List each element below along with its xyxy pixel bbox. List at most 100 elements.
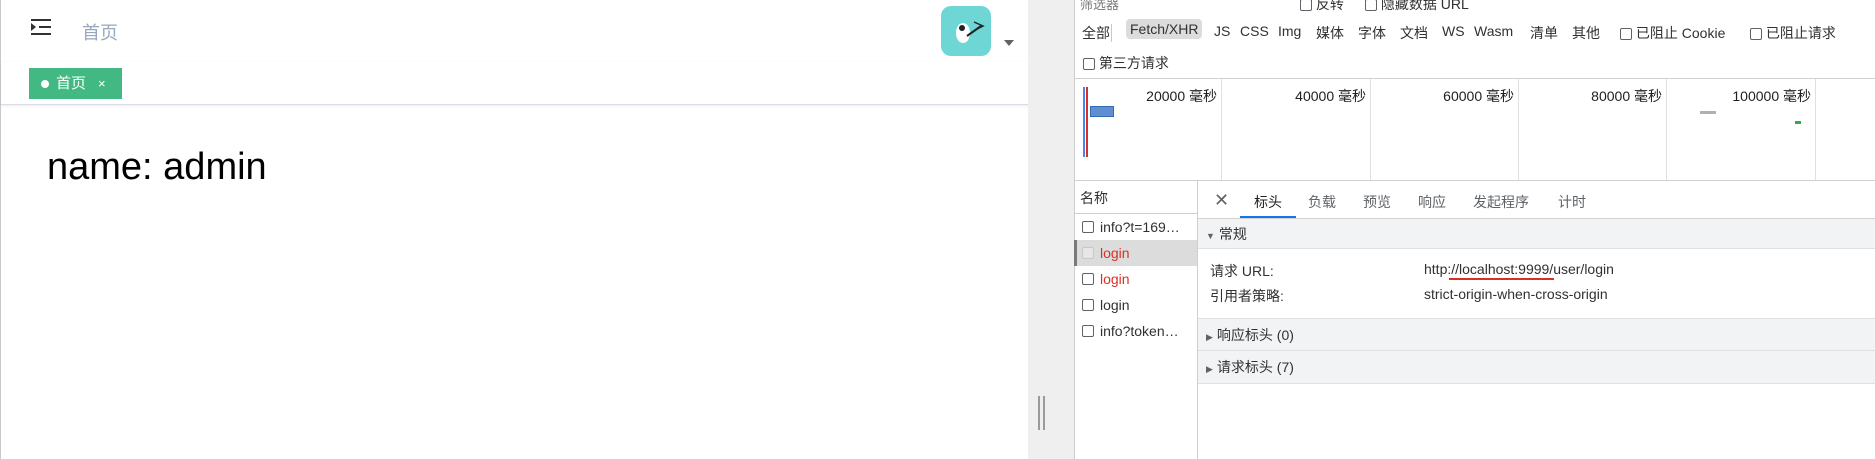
triangle-right-icon: ▶ (1206, 332, 1213, 342)
filter-fetch-xhr[interactable]: Fetch/XHR (1126, 19, 1203, 39)
app-pane: 首页 首页 × name: admin (0, 0, 1029, 459)
timeline-request-bar (1700, 111, 1716, 114)
referrer-policy-label: 引用者策略: (1210, 288, 1284, 304)
filter-wasm[interactable]: Wasm (1474, 23, 1513, 39)
timeline-divider (1370, 79, 1371, 180)
timeline-tick: 100000 毫秒 (1732, 88, 1811, 104)
checkbox-icon (1083, 58, 1095, 71)
tag-close-icon[interactable]: × (98, 68, 106, 99)
request-name: login (1100, 297, 1130, 313)
blocked-cookie-checkbox[interactable]: 已阻止 Cookie (1620, 23, 1725, 43)
timeline-divider (1221, 79, 1222, 180)
request-details: ✕ 标头 负载 预览 响应 发起程序 计时 ▼ 常规 请求 URL: http:/… (1198, 181, 1875, 459)
checkbox-icon (1750, 28, 1762, 41)
close-icon[interactable]: ✕ (1214, 191, 1229, 209)
user-avatar[interactable] (941, 6, 991, 56)
response-headers-section[interactable]: ▶ 响应标头 (0) (1198, 318, 1875, 351)
timeline-divider (1518, 79, 1519, 180)
tag-home[interactable]: 首页 × (29, 68, 122, 99)
filter-all[interactable]: 全部 (1082, 23, 1110, 43)
tags-view-bar (1, 62, 1029, 105)
timeline-divider (1666, 79, 1667, 180)
timeline-divider (1815, 79, 1816, 180)
timeline-overview[interactable]: 20000 毫秒 40000 毫秒 60000 毫秒 80000 毫秒 1000… (1074, 78, 1875, 181)
checkbox-icon (1300, 0, 1312, 12)
tag-label: 首页 (56, 75, 87, 92)
request-row-selected[interactable]: login (1074, 240, 1197, 266)
dashboard-name-text: name: admin (47, 146, 267, 188)
triangle-right-icon: ▶ (1206, 364, 1213, 374)
checkbox-icon (1082, 273, 1094, 286)
request-name: login (1100, 271, 1130, 287)
checkbox-icon (1620, 28, 1632, 41)
tab-preview[interactable]: 预览 (1363, 192, 1391, 212)
breadcrumb-home[interactable]: 首页 (82, 19, 118, 45)
request-row[interactable]: login (1074, 266, 1197, 292)
request-list: 名称 info?t=169… login login login info?to… (1074, 181, 1198, 459)
timeline-marker-blue (1083, 87, 1085, 157)
filter-media[interactable]: 媒体 (1316, 23, 1344, 43)
filter-font[interactable]: 字体 (1358, 23, 1386, 43)
blocked-request-checkbox[interactable]: 已阻止请求 (1750, 23, 1836, 43)
name-column-header[interactable]: 名称 (1074, 181, 1198, 214)
hamburger-menu-icon[interactable] (31, 19, 51, 35)
tab-response[interactable]: 响应 (1418, 192, 1446, 212)
filter-js[interactable]: JS (1214, 23, 1230, 39)
filter-other[interactable]: 其他 (1572, 23, 1600, 43)
request-row[interactable]: login (1074, 292, 1197, 318)
invert-label: 反转 (1315, 0, 1344, 12)
caret-down-icon[interactable] (1004, 40, 1014, 46)
checkbox-icon (1365, 0, 1377, 12)
filter-input[interactable]: 筛选器 (1080, 0, 1280, 14)
filter-img[interactable]: Img (1278, 23, 1301, 39)
timeline-tick: 80000 毫秒 (1591, 88, 1662, 104)
hide-data-url-label: 隐藏数据 URL (1380, 0, 1469, 12)
invert-checkbox[interactable]: 反转 (1300, 0, 1344, 14)
active-dot-icon (41, 80, 49, 88)
filter-css[interactable]: CSS (1240, 23, 1269, 39)
active-tab-indicator (1240, 216, 1296, 218)
checkbox-icon (1082, 299, 1094, 312)
tab-timing[interactable]: 计时 (1558, 192, 1586, 212)
resize-handle-icon[interactable] (1038, 396, 1046, 430)
request-headers-title: 请求标头 (7) (1216, 359, 1294, 375)
request-name: info?t=169… (1100, 219, 1180, 235)
checkbox-icon (1082, 325, 1094, 338)
request-row[interactable]: info?token… (1074, 318, 1197, 344)
filter-fetch-xhr-label: Fetch/XHR (1126, 19, 1203, 39)
blocked-cookie-label: 已阻止 Cookie (1635, 25, 1726, 41)
request-headers-section[interactable]: ▶ 请求标头 (7) (1198, 351, 1875, 384)
checkbox-icon (1082, 221, 1094, 234)
checkbox-icon (1082, 247, 1094, 260)
request-row[interactable]: info?t=169… (1074, 214, 1197, 240)
hide-data-url-checkbox[interactable]: 隐藏数据 URL (1365, 0, 1469, 14)
filter-ws[interactable]: WS (1442, 23, 1465, 39)
timeline-request-bar (1090, 106, 1114, 117)
request-url-label: 请求 URL: (1210, 263, 1274, 279)
timeline-marker-red (1086, 87, 1088, 157)
filter-doc[interactable]: 文档 (1400, 23, 1428, 43)
third-party-label: 第三方请求 (1098, 55, 1169, 71)
blocked-request-label: 已阻止请求 (1765, 25, 1836, 41)
tab-headers[interactable]: 标头 (1254, 192, 1282, 212)
general-section-header[interactable]: ▼ 常规 (1198, 219, 1875, 249)
avatar-illustration-icon (956, 21, 985, 43)
timeline-tick: 60000 毫秒 (1443, 88, 1514, 104)
request-name: login (1100, 245, 1130, 261)
third-party-checkbox[interactable]: 第三方请求 (1083, 53, 1169, 73)
detail-tabbar: ✕ 标头 负载 预览 响应 发起程序 计时 (1198, 181, 1875, 219)
referrer-policy-value: strict-origin-when-cross-origin (1424, 286, 1608, 302)
tab-initiator[interactable]: 发起程序 (1473, 192, 1529, 212)
tab-payload[interactable]: 负载 (1308, 192, 1336, 212)
timeline-request-bar (1795, 121, 1801, 124)
divider (1111, 24, 1112, 42)
url-underline-annotation (1449, 278, 1554, 280)
response-headers-title: 响应标头 (0) (1216, 327, 1294, 343)
timeline-tick: 20000 毫秒 (1146, 88, 1217, 104)
request-name: info?token… (1100, 323, 1179, 339)
request-url-value: http://localhost:9999/user/login (1424, 261, 1614, 277)
split-gutter (1028, 0, 1074, 459)
triangle-down-icon: ▼ (1206, 231, 1215, 241)
filter-manifest[interactable]: 清单 (1530, 23, 1558, 43)
timeline-tick: 40000 毫秒 (1295, 88, 1366, 104)
